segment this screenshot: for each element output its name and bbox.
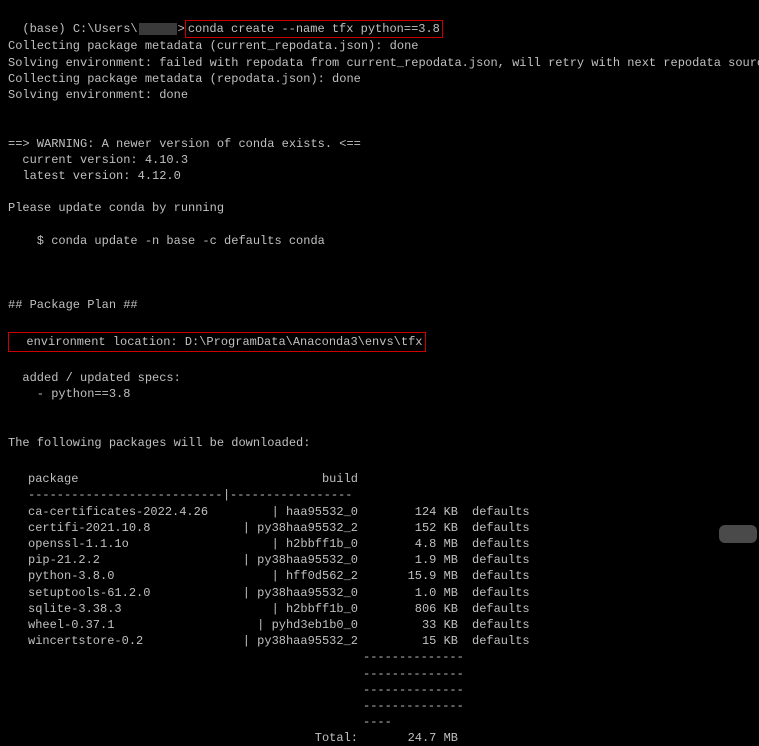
update-command: $ conda update -n base -c defaults conda: [8, 233, 751, 249]
pkg-channel: defaults: [458, 601, 538, 617]
pkg-name: certifi-2021.10.8: [28, 520, 223, 536]
output-line: Collecting package metadata (repodata.js…: [8, 71, 751, 87]
pkg-channel: defaults: [458, 617, 538, 633]
pkg-channel: defaults: [458, 504, 538, 520]
package-plan-header: ## Package Plan ##: [8, 297, 751, 313]
warning-current-version: current version: 4.10.3: [8, 152, 751, 168]
pkg-build: py38haa95532_0: [257, 586, 358, 600]
command-text[interactable]: conda create --name tfx python==3.8: [188, 22, 440, 36]
pkg-size: 33 KB: [358, 617, 458, 633]
output-line: Solving environment: failed with repodat…: [8, 55, 751, 71]
pkg-size: 1.0 MB: [358, 585, 458, 601]
warning-latest-version: latest version: 4.12.0: [8, 168, 751, 184]
added-updated-label: added / updated specs:: [8, 370, 751, 386]
blank-line: [8, 184, 751, 200]
update-prompt: Please update conda by running: [8, 200, 751, 216]
blank-line: [8, 314, 751, 330]
pkg-build: pyhd3eb1b0_0: [272, 618, 358, 632]
blank-line: [8, 403, 751, 419]
prompt-line: (base) C:\Users\ >conda create --name tfx…: [8, 4, 751, 38]
blank-line: [8, 103, 751, 119]
blank-line: [8, 281, 751, 297]
pkg-size: 15 KB: [358, 633, 458, 649]
pkg-build: h2bbff1b_0: [286, 602, 358, 616]
table-row: openssl-1.1.1o | h2bbff1b_0 4.8 MB defau…: [28, 536, 751, 552]
warning-header: ==> WARNING: A newer version of conda ex…: [8, 136, 751, 152]
table-row: python-3.8.0 | hff0d562_2 15.9 MB defaul…: [28, 568, 751, 584]
pkg-channel: defaults: [458, 552, 538, 568]
pkg-size: 124 KB: [358, 504, 458, 520]
pkg-build: py38haa95532_2: [257, 521, 358, 535]
env-location-wrapper: environment location: D:\ProgramData\Ana…: [8, 330, 751, 354]
pkg-channel: defaults: [458, 585, 538, 601]
pkg-name: wheel-0.37.1: [28, 617, 223, 633]
pkg-name: openssl-1.1.1o: [28, 536, 223, 552]
table-row: certifi-2021.10.8 | py38haa95532_2 152 K…: [28, 520, 751, 536]
spec-item: - python==3.8: [8, 386, 751, 402]
pkg-channel: defaults: [458, 536, 538, 552]
pkg-build: py38haa95532_2: [257, 634, 358, 648]
package-separator: --------------------------- | ----------…: [28, 487, 751, 503]
table-row: ca-certificates-2022.4.26 | haa95532_0 1…: [28, 504, 751, 520]
blank-line: [8, 119, 751, 135]
blank-line: [8, 249, 751, 265]
output-line: Collecting package metadata (current_rep…: [8, 38, 751, 54]
table-row: sqlite-3.38.3 | h2bbff1b_0 806 KB defaul…: [28, 601, 751, 617]
total-value: 24.7 MB: [358, 730, 458, 746]
scrollbar-thumb[interactable]: [719, 525, 757, 543]
total-row: Total: 24.7 MB: [28, 730, 751, 746]
pkg-name: sqlite-3.38.3: [28, 601, 223, 617]
pkg-build: py38haa95532_0: [257, 553, 358, 567]
pkg-channel: defaults: [458, 633, 538, 649]
pkg-channel: defaults: [458, 568, 538, 584]
pkg-name: wincertstore-0.2: [28, 633, 223, 649]
pkg-size: 1.9 MB: [358, 552, 458, 568]
pkg-channel: defaults: [458, 520, 538, 536]
env-location-text: environment location: D:\ProgramData\Ana…: [12, 335, 422, 349]
highlighted-command: conda create --name tfx python==3.8: [185, 20, 443, 38]
package-table: package build --------------------------…: [28, 471, 751, 746]
pkg-build: hff0d562_2: [286, 569, 358, 583]
table-row: wincertstore-0.2 | py38haa95532_2 15 KB …: [28, 633, 751, 649]
pkg-build: h2bbff1b_0: [286, 537, 358, 551]
pkg-name: ca-certificates-2022.4.26: [28, 504, 223, 520]
package-table-header: package build: [28, 471, 751, 487]
table-row: setuptools-61.2.0 | py38haa95532_0 1.0 M…: [28, 585, 751, 601]
pkg-size: 152 KB: [358, 520, 458, 536]
prompt-suffix: >: [178, 22, 185, 36]
pkg-size: 4.8 MB: [358, 536, 458, 552]
blank-line: [8, 354, 751, 370]
table-row: pip-21.2.2 | py38haa95532_0 1.9 MB defau…: [28, 552, 751, 568]
blank-line: [8, 265, 751, 281]
table-row: wheel-0.37.1 | pyhd3eb1b0_0 33 KB defaul…: [28, 617, 751, 633]
prompt-prefix: (base) C:\Users\: [22, 22, 137, 36]
blank-line: [8, 419, 751, 435]
header-build: build: [223, 471, 358, 487]
pkg-size: 806 KB: [358, 601, 458, 617]
pkg-size: 15.9 MB: [358, 568, 458, 584]
header-package: package: [28, 471, 223, 487]
blank-line: [8, 216, 751, 232]
pkg-name: setuptools-61.2.0: [28, 585, 223, 601]
pkg-name: pip-21.2.2: [28, 552, 223, 568]
pkg-build: haa95532_0: [286, 505, 358, 519]
highlighted-env-location: environment location: D:\ProgramData\Ana…: [8, 332, 426, 352]
blank-line: [8, 451, 751, 467]
redacted-username: [139, 23, 177, 35]
output-line: Solving environment: done: [8, 87, 751, 103]
total-separator: ----------------------------------------…: [28, 649, 751, 730]
total-label: Total:: [28, 730, 358, 746]
pkg-name: python-3.8.0: [28, 568, 223, 584]
download-header: The following packages will be downloade…: [8, 435, 751, 451]
